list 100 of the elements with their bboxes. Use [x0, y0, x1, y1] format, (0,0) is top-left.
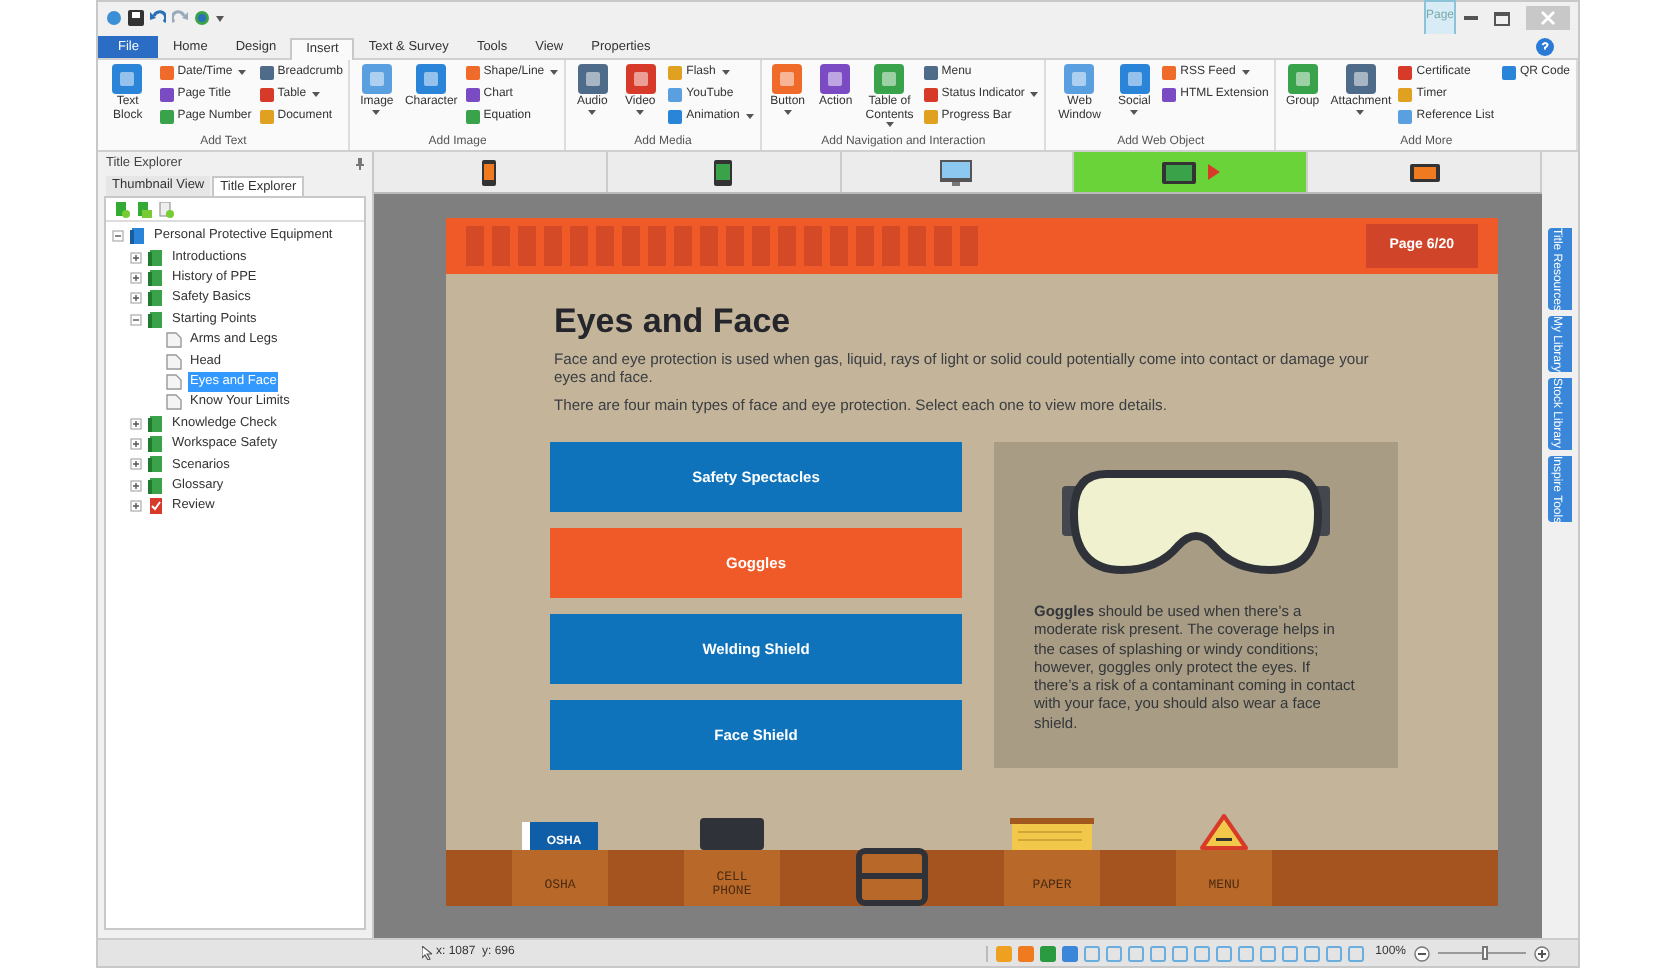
expand-icon[interactable]: [130, 292, 142, 305]
square-icon: [668, 88, 683, 102]
tile-icon: [1064, 64, 1095, 94]
square-icon: [259, 66, 274, 80]
square-icon: [465, 88, 480, 102]
expand-icon[interactable]: [130, 458, 142, 471]
caret-icon[interactable]: [216, 15, 224, 21]
zoom-out-icon[interactable]: [1414, 945, 1430, 961]
tile-icon: [820, 64, 851, 94]
globe-icon[interactable]: [194, 10, 210, 26]
add-chapter-icon[interactable]: [114, 201, 130, 217]
square-icon: [668, 110, 683, 124]
save-icon[interactable]: [128, 10, 144, 26]
square-icon: [668, 66, 683, 80]
collapse-icon[interactable]: [112, 230, 124, 243]
redo-icon[interactable]: [172, 10, 188, 26]
toolbar-square-icon[interactable]: [1281, 945, 1298, 961]
square-icon: [465, 66, 480, 80]
tablet-icon: [1161, 161, 1196, 183]
toolbar-square-icon[interactable]: [1325, 945, 1342, 961]
toolbar-square-icon[interactable]: [1017, 945, 1034, 961]
square-icon: [923, 110, 938, 124]
phone-icon: [714, 159, 733, 185]
header-block: [674, 226, 692, 266]
maximize-icon[interactable]: [1494, 11, 1511, 25]
toolbar-square-icon[interactable]: [1347, 945, 1364, 961]
phone-icon: [482, 159, 497, 185]
toolbar-square-icon[interactable]: [1061, 945, 1078, 961]
tile-icon: [577, 64, 608, 94]
header-block: [544, 226, 562, 266]
header-block: [596, 226, 614, 266]
tile-icon: [874, 64, 905, 94]
square-icon: [1162, 66, 1177, 80]
toolbar-square-icon[interactable]: [1215, 945, 1232, 961]
toolbar-square-icon[interactable]: [1193, 945, 1210, 961]
tile-icon: [772, 64, 803, 94]
toolbar-square-icon[interactable]: [1259, 945, 1276, 961]
book-icon: [148, 477, 164, 494]
square-icon: [259, 110, 274, 124]
device-preview-button[interactable]: [1074, 152, 1309, 192]
minimize-icon[interactable]: [1464, 16, 1479, 20]
pin-icon[interactable]: [356, 157, 364, 169]
header-block: [570, 226, 588, 266]
expand-icon[interactable]: [130, 417, 142, 430]
square-icon: [923, 88, 938, 102]
toolbar-square-icon[interactable]: [1127, 945, 1144, 961]
square-icon: [259, 88, 274, 102]
square-icon: [159, 88, 174, 102]
header-block: [466, 226, 484, 266]
book-icon: [148, 269, 164, 286]
header-block: [856, 226, 874, 266]
header-block: [648, 226, 666, 266]
app-icon[interactable]: [106, 10, 122, 26]
monitor-icon: [940, 159, 973, 185]
tile-icon: [416, 64, 447, 94]
toolbar-square-icon[interactable]: [1149, 945, 1166, 961]
header-block: [518, 226, 536, 266]
book-icon: [148, 456, 164, 473]
tile-icon: [112, 64, 143, 94]
square-icon: [1398, 66, 1413, 80]
toolbar-square-icon[interactable]: [1171, 945, 1188, 961]
tile-icon: [1345, 64, 1376, 94]
test-icon: [148, 498, 164, 515]
expand-icon[interactable]: [130, 251, 142, 264]
square-icon: [1501, 66, 1516, 80]
square-icon: [1398, 110, 1413, 124]
toolbar-square-icon[interactable]: [1237, 945, 1254, 961]
expand-icon[interactable]: [130, 271, 142, 284]
help-icon[interactable]: [1536, 38, 1554, 56]
toolbar-square-icon[interactable]: [1083, 945, 1100, 961]
play-icon: [1207, 164, 1220, 180]
tablet-icon: [1409, 163, 1440, 181]
belt-buckle-drawing: [856, 848, 928, 906]
expand-icon[interactable]: [130, 479, 142, 492]
tile-icon: [1287, 64, 1318, 94]
expand-icon[interactable]: [130, 438, 142, 451]
header-block: [960, 226, 978, 266]
header-block: [830, 226, 848, 266]
toolbar-square-icon[interactable]: [1303, 945, 1320, 961]
add-section-icon[interactable]: [136, 201, 152, 217]
book-icon: [130, 228, 146, 245]
slide-title: Eyes and Face: [554, 302, 793, 342]
header-block: [882, 226, 900, 266]
add-page-icon[interactable]: [158, 201, 174, 217]
undo-icon[interactable]: [150, 10, 166, 26]
zoom-in-icon[interactable]: [1534, 945, 1550, 961]
cursor-icon: [422, 946, 432, 960]
square-icon: [465, 110, 480, 124]
book-icon: [148, 290, 164, 307]
square-icon: [1398, 88, 1413, 102]
toolbar-square-icon[interactable]: [1105, 945, 1122, 961]
expand-icon[interactable]: [130, 500, 142, 513]
square-icon: [159, 66, 174, 80]
book-icon: [148, 415, 164, 432]
collapse-icon[interactable]: [130, 313, 142, 326]
header-block: [908, 226, 926, 266]
zoom-slider-thumb[interactable]: [1482, 946, 1488, 960]
tile-icon: [361, 64, 392, 94]
header-block: [622, 226, 640, 266]
toolbar-square-icon[interactable]: [1039, 945, 1056, 961]
